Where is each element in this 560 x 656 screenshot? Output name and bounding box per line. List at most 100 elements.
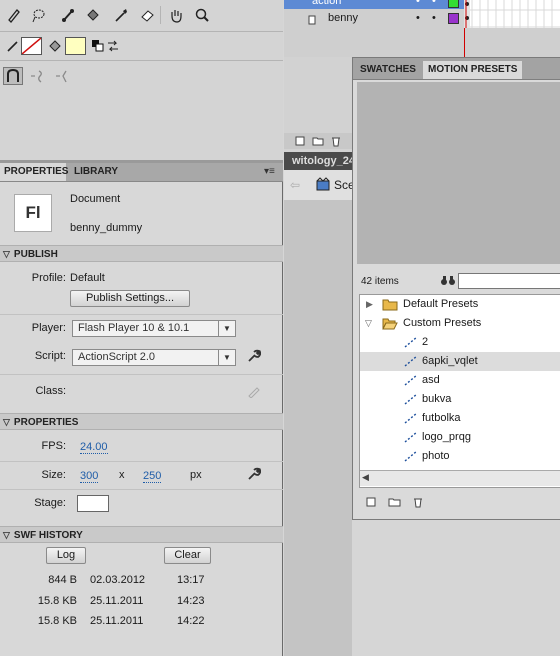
section-title: SWF HISTORY — [13, 530, 83, 541]
section-properties[interactable]: ▽ PROPERTIES — [0, 413, 283, 430]
zoom-icon[interactable] — [193, 6, 211, 24]
lasso-icon[interactable] — [29, 6, 47, 24]
presets-tabbar: SWATCHES MOTION PRESETS — [353, 58, 560, 80]
paint-bucket-icon[interactable] — [84, 6, 102, 24]
history-time: 14:23 — [177, 595, 205, 607]
script-settings-wrench-icon[interactable] — [246, 349, 262, 365]
preset-search-input[interactable] — [458, 273, 560, 289]
stroke-color-swatch[interactable] — [21, 37, 42, 55]
tab-swatches[interactable]: SWATCHES — [355, 61, 421, 79]
history-time: 14:22 — [177, 615, 205, 627]
row-divider — [0, 489, 283, 490]
layer-visible-dot[interactable]: • — [416, 0, 420, 9]
expand-triangle-icon[interactable]: ▽ — [365, 314, 372, 333]
preset-item[interactable]: futbolka — [360, 409, 560, 428]
motion-path-icon — [404, 450, 418, 469]
folder-label: Custom Presets — [403, 317, 482, 329]
new-folder-icon[interactable] — [388, 496, 401, 511]
preset-preview — [357, 82, 560, 264]
bone-icon[interactable] — [59, 6, 77, 24]
preset-item[interactable]: logo_prqg — [360, 428, 560, 447]
tab-properties[interactable]: PROPERTIES — [0, 163, 68, 181]
motion-presets-panel: SWATCHES MOTION PRESETS 42 items ▶ Defau… — [352, 57, 560, 520]
folder-label: Default Presets — [403, 298, 479, 310]
snap-to-objects-icon[interactable] — [3, 67, 23, 85]
subselect-icon[interactable] — [5, 6, 23, 24]
smooth-icon[interactable] — [29, 67, 47, 85]
section-publish[interactable]: ▽ PUBLISH — [0, 245, 283, 262]
layer-name: benny — [328, 12, 358, 24]
document-settings-wrench-icon[interactable] — [246, 467, 262, 483]
horizontal-scrollbar[interactable]: ◀ — [360, 470, 560, 486]
collapse-triangle-icon: ▽ — [3, 249, 10, 259]
delete-preset-icon[interactable] — [412, 496, 424, 511]
straighten-icon[interactable] — [54, 67, 72, 85]
expand-triangle-icon[interactable]: ▶ — [366, 295, 373, 314]
section-swf-history[interactable]: ▽ SWF HISTORY — [0, 526, 283, 543]
layer-color-swatch — [448, 0, 459, 8]
size-x-label: x — [119, 469, 125, 481]
preset-label: 2 — [422, 336, 429, 348]
preset-label: photo — [422, 450, 450, 462]
publish-settings-button[interactable]: Publish Settings... — [70, 290, 190, 307]
clear-button[interactable]: Clear — [164, 547, 211, 564]
preset-item[interactable]: bukva — [360, 390, 560, 409]
layer-row-benny[interactable]: benny • • — [288, 10, 459, 26]
stage-color-swatch[interactable] — [77, 495, 109, 512]
edit-bar: ⇦ Sce — [284, 170, 355, 201]
layer-lock-dot[interactable]: • — [432, 0, 436, 9]
presets-tree: ▶ Default Presets ▽ Custom Presets 2 6ap… — [359, 294, 560, 488]
preset-item[interactable]: 6apki_vqlet — [360, 352, 560, 371]
frames-grid[interactable] — [464, 0, 560, 28]
fill-color-swatch[interactable] — [65, 37, 86, 55]
layer-color-swatch — [448, 13, 459, 24]
section-title: PROPERTIES — [13, 417, 79, 428]
collapse-triangle-icon: ▽ — [3, 530, 10, 540]
panel-menu-icon[interactable]: ▾≡ — [264, 166, 275, 177]
eyedropper-icon[interactable] — [112, 6, 130, 24]
preset-item[interactable]: photo — [360, 447, 560, 466]
script-select[interactable]: ActionScript 2.0 ▼ — [72, 349, 236, 366]
collapse-triangle-icon: ▽ — [3, 417, 10, 427]
back-arrow-icon[interactable]: ⇦ — [290, 178, 300, 192]
row-divider — [0, 314, 283, 315]
new-folder-icon[interactable] — [312, 135, 324, 150]
chevron-down-icon: ▼ — [218, 321, 235, 336]
tools-divider — [0, 31, 283, 32]
scroll-left-icon[interactable]: ◀ — [362, 472, 369, 483]
preset-item[interactable]: 2 — [360, 333, 560, 352]
swap-colors-icon[interactable] — [104, 37, 122, 55]
hand-icon[interactable] — [167, 6, 185, 24]
fps-value[interactable]: 24.00 — [80, 441, 108, 454]
new-preset-icon[interactable] — [365, 496, 377, 511]
height-value[interactable]: 250 — [143, 470, 162, 483]
folder-row-custom-presets[interactable]: ▽ Custom Presets — [360, 314, 560, 333]
preset-item[interactable]: asd — [360, 371, 560, 390]
tab-library[interactable]: LIBRARY — [70, 163, 122, 181]
stage-area[interactable] — [284, 200, 352, 656]
history-date: 25.11.2011 — [90, 595, 144, 607]
layer-lock-dot[interactable]: • — [432, 10, 436, 26]
width-value[interactable]: 300 — [80, 470, 99, 483]
layer-visible-dot[interactable]: • — [416, 10, 420, 26]
layer-icon — [308, 14, 317, 25]
tab-motion-presets[interactable]: MOTION PRESETS — [423, 61, 523, 79]
player-select[interactable]: Flash Player 10 & 10.1 ▼ — [72, 320, 236, 337]
delete-layer-icon[interactable] — [330, 135, 342, 150]
document-logo: Fl — [14, 194, 52, 232]
properties-panel: PROPERTIES LIBRARY ▾≡ Fl Document benny_… — [0, 163, 283, 656]
size-unit-label: px — [190, 469, 202, 481]
fps-label: FPS: — [41, 440, 66, 452]
new-layer-icon[interactable] — [294, 135, 306, 150]
layer-row-action[interactable]: action • • — [288, 0, 459, 9]
stage-label: Stage: — [34, 497, 66, 509]
edit-class-pencil-icon[interactable] — [246, 384, 262, 400]
size-label: Size: — [41, 469, 66, 481]
document-tab[interactable]: witology_24 — [284, 152, 352, 170]
folder-row-default-presets[interactable]: ▶ Default Presets — [360, 295, 560, 314]
scene-icon — [316, 177, 330, 194]
eraser-icon[interactable] — [138, 6, 156, 24]
player-select-value: Flash Player 10 & 10.1 — [78, 322, 190, 334]
playhead-line[interactable] — [464, 28, 465, 57]
log-button[interactable]: Log — [46, 547, 86, 564]
